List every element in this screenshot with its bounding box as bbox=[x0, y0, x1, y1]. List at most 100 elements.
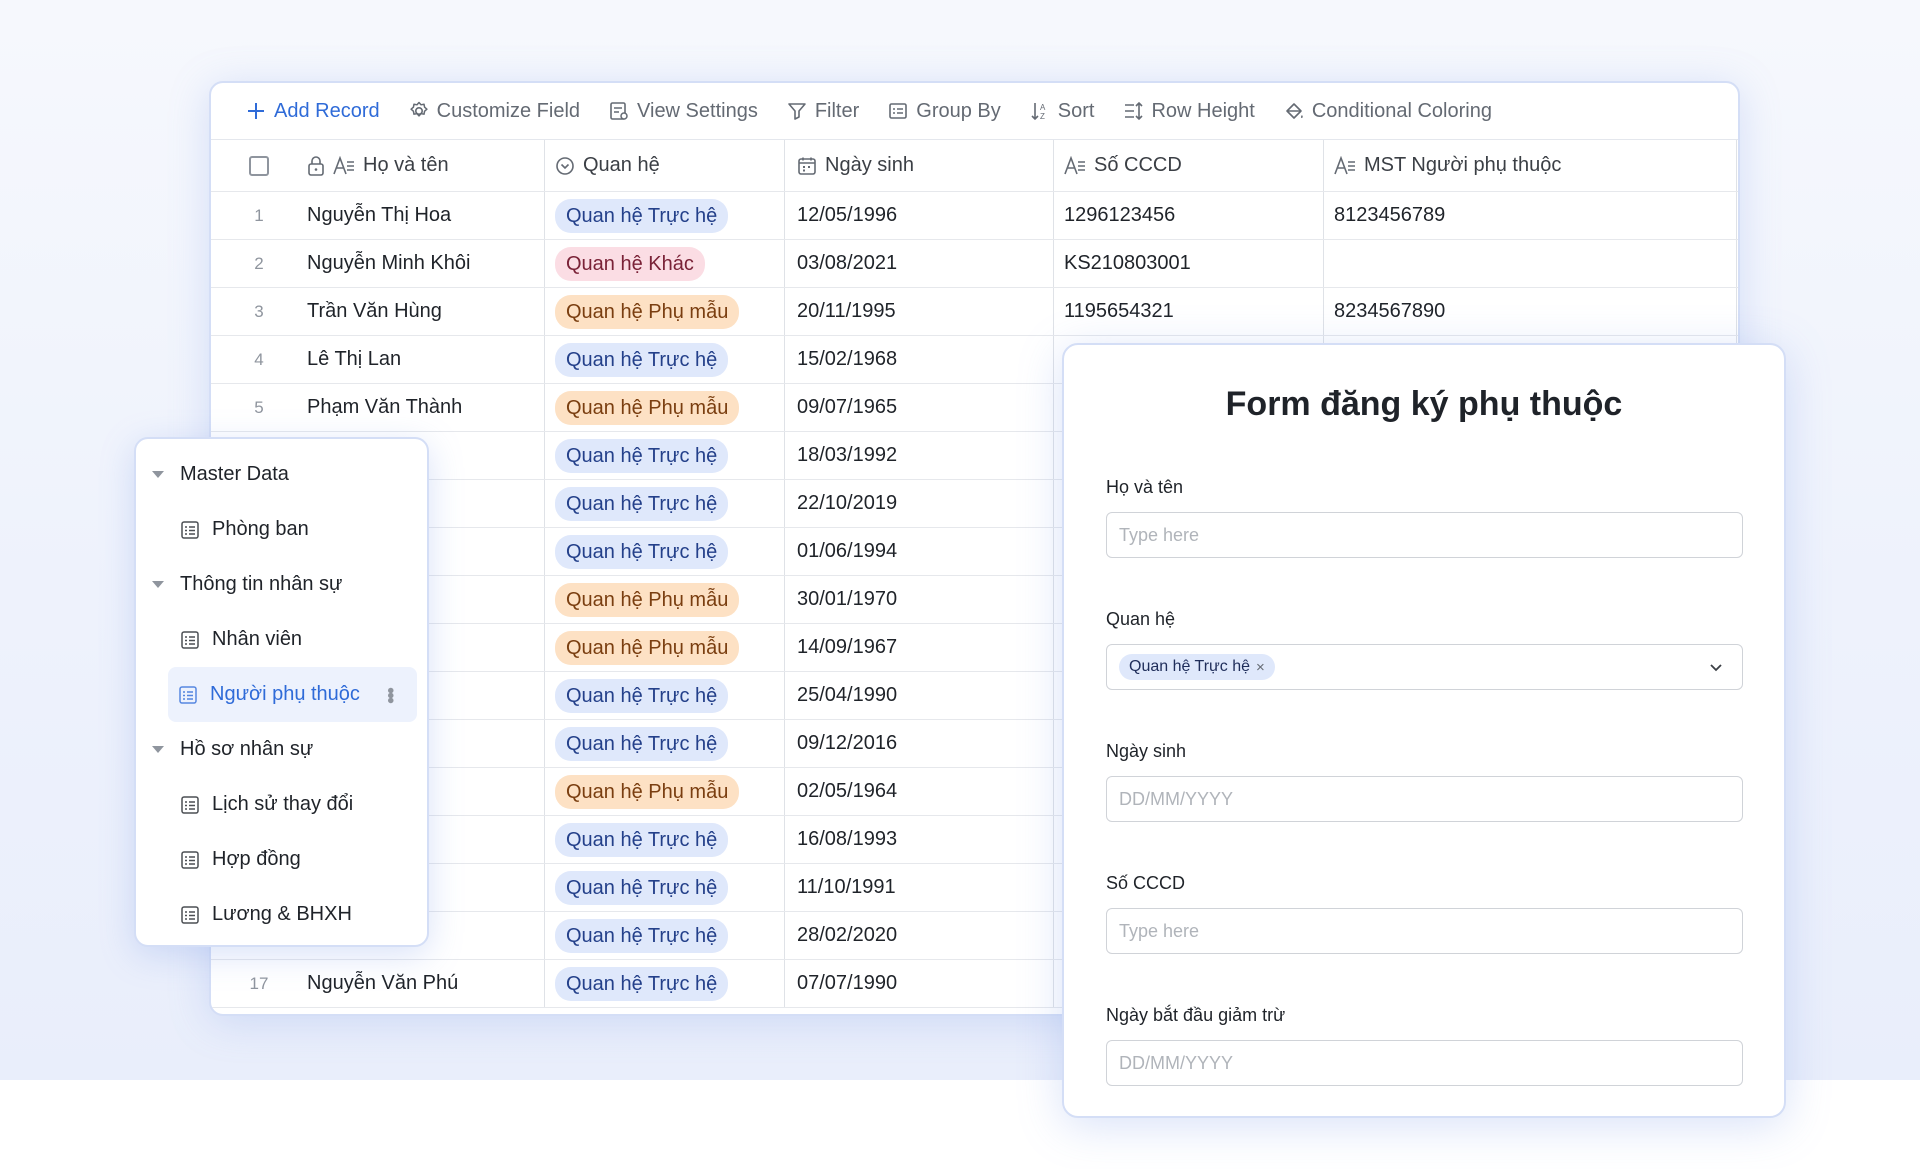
cell-relation[interactable]: Quan hệ Trực hệ bbox=[545, 432, 785, 479]
cell-dob[interactable]: 02/05/1964 bbox=[785, 768, 1054, 815]
cell-relation[interactable]: Quan hệ Trực hệ bbox=[545, 960, 785, 1007]
header-mst-label: MST Người phụ thuộc bbox=[1364, 154, 1562, 176]
sidebar-item[interactable]: Người phụ thuộc ••• bbox=[168, 667, 417, 722]
sidebar-item[interactable]: Phòng ban bbox=[136, 502, 427, 557]
sidebar-item-label: Hợp đồng bbox=[212, 848, 301, 870]
conditional-coloring-button[interactable]: Conditional Coloring bbox=[1283, 100, 1492, 123]
customize-field-button[interactable]: Customize Field bbox=[408, 100, 580, 123]
deduction-start-input[interactable]: DD/MM/YYYY bbox=[1106, 1040, 1743, 1086]
table-row[interactable]: 2 Nguyễn Minh Khôi Quan hệ Khác 03/08/2021 K… bbox=[211, 240, 1738, 288]
table-row[interactable]: 3 Trần Văn Hùng Quan hệ Phụ mẫu 20/11/1995 1… bbox=[211, 288, 1738, 336]
chevron-down-icon[interactable] bbox=[1708, 659, 1724, 675]
cell-cccd[interactable]: 1296123456 bbox=[1054, 192, 1324, 239]
row-height-button[interactable]: Row Height bbox=[1122, 100, 1255, 123]
relation-tag: Quan hệ Phụ mẫu bbox=[555, 630, 740, 665]
cell-name[interactable]: Phạm Văn Thành bbox=[307, 384, 545, 431]
add-record-button[interactable]: Add Record bbox=[245, 100, 380, 123]
sort-button[interactable]: AZ Sort bbox=[1029, 100, 1094, 123]
cell-relation[interactable]: Quan hệ Phụ mẫu bbox=[545, 768, 785, 815]
cell-dob[interactable]: 15/02/1968 bbox=[785, 336, 1054, 383]
filter-button[interactable]: Filter bbox=[786, 100, 859, 123]
cell-relation[interactable]: Quan hệ Trực hệ bbox=[545, 864, 785, 911]
cell-relation[interactable]: Quan hệ Trực hệ bbox=[545, 192, 785, 239]
sidebar-group[interactable]: Master Data bbox=[136, 447, 427, 502]
view-settings-button[interactable]: View Settings bbox=[608, 100, 758, 123]
caret-down-icon[interactable] bbox=[152, 471, 164, 478]
cell-relation[interactable]: Quan hệ Phụ mẫu bbox=[545, 624, 785, 671]
header-cccd[interactable]: Số CCCD bbox=[1054, 140, 1324, 191]
cell-dob[interactable]: 14/09/1967 bbox=[785, 624, 1054, 671]
cell-relation[interactable]: Quan hệ Phụ mẫu bbox=[545, 384, 785, 431]
relation-tag: Quan hệ Phụ mẫu bbox=[555, 390, 740, 425]
cell-name-text: Nguyễn Văn Phú bbox=[307, 972, 459, 994]
cell-relation[interactable]: Quan hệ Khác bbox=[545, 240, 785, 287]
cell-relation[interactable]: Quan hệ Trực hệ bbox=[545, 720, 785, 767]
name-input[interactable]: Type here bbox=[1106, 512, 1743, 558]
cell-name[interactable]: Nguyễn Văn Phú bbox=[307, 960, 545, 1007]
cell-mst[interactable]: 8123456789 bbox=[1324, 192, 1737, 239]
field-dob-label: Ngày sinh bbox=[1106, 741, 1187, 761]
cell-dob[interactable]: 16/08/1993 bbox=[785, 816, 1054, 863]
remove-tag-icon[interactable]: × bbox=[1256, 659, 1265, 676]
select-all-checkbox[interactable] bbox=[249, 155, 269, 176]
cell-dob[interactable]: 01/06/1994 bbox=[785, 528, 1054, 575]
cell-dob[interactable]: 12/05/1996 bbox=[785, 192, 1054, 239]
cell-mst[interactable]: 8234567890 bbox=[1324, 288, 1737, 335]
cell-dob[interactable]: 22/10/2019 bbox=[785, 480, 1054, 527]
cell-name[interactable]: Trần Văn Hùng bbox=[307, 288, 545, 335]
cell-relation[interactable]: Quan hệ Trực hệ bbox=[545, 528, 785, 575]
cell-relation[interactable]: Quan hệ Phụ mẫu bbox=[545, 288, 785, 335]
cell-dob[interactable]: 11/10/1991 bbox=[785, 864, 1054, 911]
header-dob[interactable]: Ngày sinh bbox=[785, 140, 1054, 191]
cell-name[interactable]: Nguyễn Thị Hoa bbox=[307, 192, 545, 239]
cell-relation[interactable]: Quan hệ Phụ mẫu bbox=[545, 576, 785, 623]
header-name[interactable]: Họ và tên bbox=[307, 140, 545, 191]
cell-dob[interactable]: 25/04/1990 bbox=[785, 672, 1054, 719]
cell-relation[interactable]: Quan hệ Trực hệ bbox=[545, 480, 785, 527]
caret-down-icon[interactable] bbox=[152, 746, 164, 753]
cell-name-text: Lê Thị Lan bbox=[307, 348, 402, 370]
cell-name[interactable]: Nguyễn Minh Khôi bbox=[307, 240, 545, 287]
cell-dob[interactable]: 28/02/2020 bbox=[785, 912, 1054, 959]
header-mst[interactable]: MST Người phụ thuộc bbox=[1324, 140, 1737, 191]
cell-name[interactable]: Lê Thị Lan bbox=[307, 336, 545, 383]
cell-dob[interactable]: 09/12/2016 bbox=[785, 720, 1054, 767]
relation-tag: Quan hệ Phụ mẫu bbox=[555, 582, 740, 617]
cell-relation[interactable]: Quan hệ Trực hệ bbox=[545, 672, 785, 719]
toolbar: Add Record Customize Field View Settings… bbox=[211, 83, 1738, 140]
table-row[interactable]: 1 Nguyễn Thị Hoa Quan hệ Trực hệ 12/05/1996… bbox=[211, 192, 1738, 240]
sidebar-item[interactable]: Nhân viên bbox=[136, 612, 427, 667]
cell-relation[interactable]: Quan hệ Trực hệ bbox=[545, 816, 785, 863]
cell-dob[interactable]: 20/11/1995 bbox=[785, 288, 1054, 335]
sidebar-item[interactable]: Lương & BHXH bbox=[136, 887, 427, 942]
cell-relation[interactable]: Quan hệ Trực hệ bbox=[545, 912, 785, 959]
cell-cccd[interactable]: 1195654321 bbox=[1054, 288, 1324, 335]
table-header-row: Họ và tên Quan hệ Ngày sinh Số CCCD MST … bbox=[211, 140, 1738, 192]
sidebar-group[interactable]: Hồ sơ nhân sự bbox=[136, 722, 427, 777]
svg-text:A: A bbox=[1040, 103, 1046, 112]
relation-selected-tag: Quan hệ Trực hệ × bbox=[1119, 654, 1275, 680]
caret-down-icon[interactable] bbox=[152, 581, 164, 588]
field-dob: Ngày sinh DD/MM/YYYY bbox=[1106, 741, 1743, 822]
cccd-input[interactable]: Type here bbox=[1106, 908, 1743, 954]
dob-input[interactable]: DD/MM/YYYY bbox=[1106, 776, 1743, 822]
relation-selected-value: Quan hệ Trực hệ bbox=[1129, 658, 1250, 675]
sidebar-group[interactable]: Thông tin nhân sự bbox=[136, 557, 427, 612]
cell-mst[interactable] bbox=[1324, 240, 1737, 287]
cell-relation[interactable]: Quan hệ Trực hệ bbox=[545, 336, 785, 383]
relation-select[interactable]: Quan hệ Trực hệ × bbox=[1106, 644, 1743, 690]
text-field-icon bbox=[1334, 155, 1356, 176]
cell-dob[interactable]: 09/07/1965 bbox=[785, 384, 1054, 431]
cell-dob[interactable]: 07/07/1990 bbox=[785, 960, 1054, 1007]
cell-dob[interactable]: 18/03/1992 bbox=[785, 432, 1054, 479]
sidebar-item-label: Lịch sử thay đổi bbox=[212, 793, 354, 815]
header-relation[interactable]: Quan hệ bbox=[545, 140, 785, 191]
cell-dob[interactable]: 03/08/2021 bbox=[785, 240, 1054, 287]
more-options-icon[interactable]: ••• bbox=[378, 687, 401, 702]
sidebar-item[interactable]: Lịch sử thay đổi bbox=[136, 777, 427, 832]
group-by-button[interactable]: Group By bbox=[887, 100, 1001, 123]
sidebar-item[interactable]: Hợp đồng bbox=[136, 832, 427, 887]
select-all-cell bbox=[211, 140, 307, 191]
cell-cccd[interactable]: KS210803001 bbox=[1054, 240, 1324, 287]
cell-dob[interactable]: 30/01/1970 bbox=[785, 576, 1054, 623]
